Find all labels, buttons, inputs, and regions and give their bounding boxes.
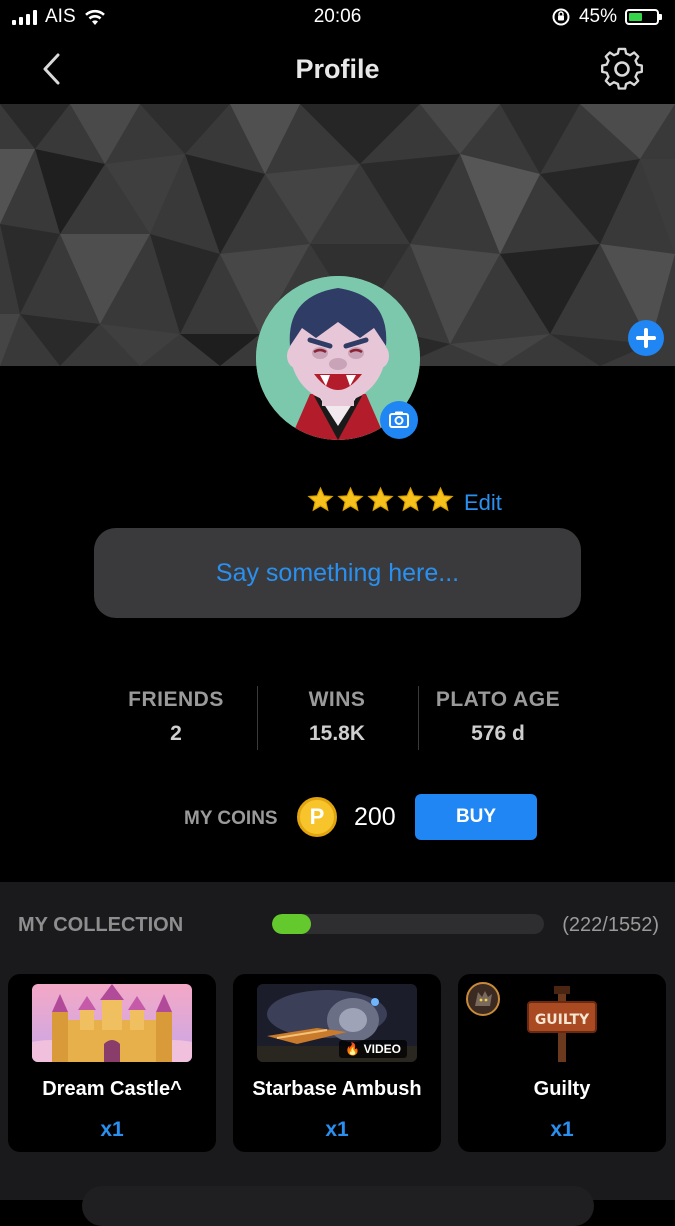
stat-wins[interactable]: WINS 15.8K: [257, 688, 417, 746]
stat-plato-age: PLATO AGE 576 d: [418, 688, 578, 746]
coins-row: MY COINS P 200 BUY: [0, 794, 675, 840]
starbase-ambush-image: 🔥 VIDEO: [257, 984, 417, 1062]
collection-item-dream-castle[interactable]: Dream Castle^ x1: [8, 974, 216, 1152]
stat-value: 2: [170, 722, 182, 745]
stat-label: WINS: [308, 688, 366, 711]
item-name: Dream Castle^: [42, 1078, 182, 1100]
coins-label: MY COINS: [184, 808, 278, 829]
page-title: Profile: [295, 54, 380, 84]
battery-percent: 45%: [578, 6, 617, 27]
guilty-sign-text: GUILTY: [535, 1012, 590, 1028]
edit-rating-link[interactable]: Edit: [464, 490, 502, 516]
star-icon: [337, 486, 364, 512]
item-name: Starbase Ambush: [252, 1078, 422, 1100]
star-icon: [307, 486, 334, 512]
orientation-lock-icon: [552, 8, 570, 26]
video-tag-label: VIDEO: [363, 1042, 401, 1056]
nav-bar: Profile: [0, 36, 675, 104]
status-bar: AIS 20:06 45%: [0, 0, 675, 36]
stat-friends[interactable]: FRIENDS 2: [96, 688, 256, 746]
camera-icon: [389, 411, 409, 428]
collection-count: (222/1552): [562, 914, 659, 936]
collection-title: MY COLLECTION: [18, 914, 184, 936]
item-name: Guilty: [533, 1078, 591, 1100]
collection-section: MY COLLECTION (222/1552) Dream Castle^ x…: [0, 882, 675, 1200]
status-message-input[interactable]: Say something here...: [94, 528, 581, 618]
change-photo-camera-button[interactable]: [380, 401, 418, 439]
collection-item-guilty[interactable]: GUILTY Guilty x1: [458, 974, 666, 1152]
video-tag: 🔥 VIDEO: [339, 1040, 407, 1058]
item-quantity: x1: [550, 1118, 574, 1141]
settings-gear-icon[interactable]: [599, 46, 645, 92]
item-quantity: x1: [325, 1118, 349, 1141]
dream-castle-image: [32, 984, 192, 1062]
buy-coins-button[interactable]: BUY: [415, 794, 537, 840]
collection-progress-bar: [272, 914, 544, 934]
add-plus-button[interactable]: [628, 320, 664, 356]
rating-stars: [306, 486, 455, 514]
status-right: 45%: [551, 6, 662, 28]
star-icon: [367, 486, 394, 512]
stat-label: FRIENDS: [128, 688, 224, 711]
stat-label: PLATO AGE: [435, 688, 561, 711]
stat-value: 15.8K: [308, 722, 366, 745]
battery-icon: [625, 9, 662, 25]
all-items-button[interactable]: [82, 1186, 594, 1226]
guilty-sign-image: GUILTY: [522, 984, 602, 1062]
status-placeholder: Say something here...: [215, 558, 460, 587]
wolf-badge-icon: [466, 982, 500, 1016]
star-icon: [427, 486, 454, 512]
star-icon: [397, 486, 424, 512]
stat-value: 576 d: [471, 722, 525, 745]
collection-item-starbase-ambush[interactable]: 🔥 VIDEO Starbase Ambush x1: [233, 974, 441, 1152]
coins-balance: 200: [354, 803, 396, 831]
item-quantity: x1: [100, 1118, 124, 1141]
coin-symbol: P: [309, 804, 325, 829]
coin-icon: P: [297, 797, 337, 837]
